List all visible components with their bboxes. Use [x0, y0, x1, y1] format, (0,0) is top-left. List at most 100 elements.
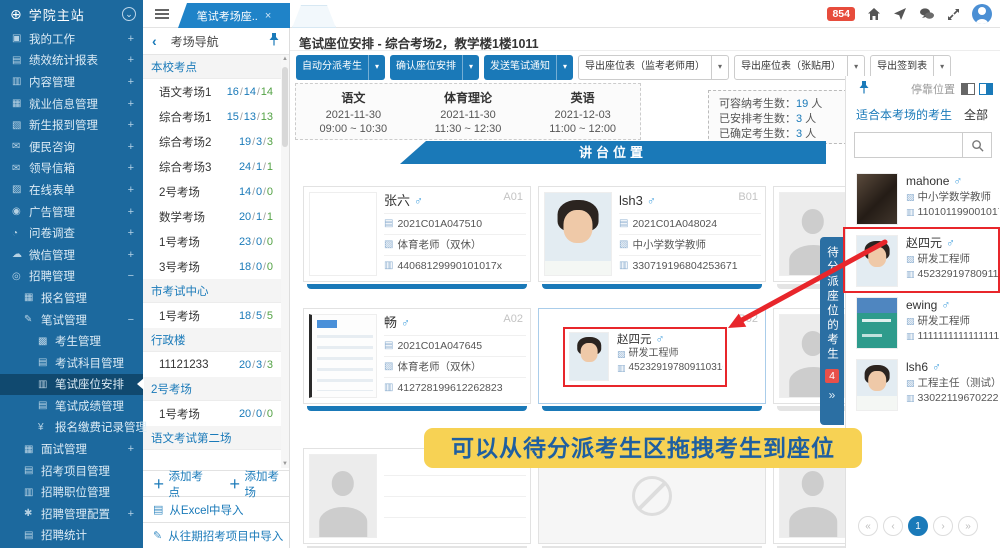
- sidebar-item-public-consult[interactable]: ✉便民咨询+: [0, 136, 143, 158]
- import-past-project-button[interactable]: ✎从往期招考项目中导入: [143, 522, 289, 548]
- sidebar-item-recruit-stats[interactable]: ▤招聘统计: [0, 525, 143, 547]
- sidebar-item-leader-mailbox[interactable]: ✉领导信箱+: [0, 158, 143, 180]
- expand-plus-icon[interactable]: +: [128, 54, 134, 66]
- dragged-candidate-card[interactable]: 赵四元♂ ▧研发工程师 ▥452329197809110316: [563, 327, 727, 387]
- expand-plus-icon[interactable]: +: [128, 76, 134, 88]
- sidebar-item-online-form[interactable]: ▨在线表单+: [0, 179, 143, 201]
- sidebar-item-ad-mgmt[interactable]: ◉广告管理+: [0, 201, 143, 223]
- close-tab-icon[interactable]: ×: [265, 10, 271, 22]
- expand-plus-icon[interactable]: +: [128, 184, 134, 196]
- caret-down-icon[interactable]: ▾: [462, 55, 479, 80]
- room-item[interactable]: 3号考场18/0/0: [143, 254, 289, 279]
- sidebar-item-content-mgmt[interactable]: ▥内容管理+: [0, 71, 143, 93]
- caret-down-icon[interactable]: ▾: [711, 56, 728, 79]
- send-notice-button[interactable]: 发送笔试通知▾: [484, 55, 573, 80]
- room-item[interactable]: 综合考场324/1/1: [143, 154, 289, 179]
- sidebar-item-exam-project-mgmt[interactable]: ▤招考项目管理: [0, 460, 143, 482]
- room-item[interactable]: 2号考场14/0/0: [143, 179, 289, 204]
- collapse-nav-icon[interactable]: ‹: [152, 33, 157, 49]
- collapse-minus-icon[interactable]: −: [128, 314, 134, 326]
- sidebar-item-employment-info[interactable]: ▦就业信息管理+: [0, 93, 143, 115]
- caret-down-icon[interactable]: ▾: [556, 55, 573, 80]
- sidebar-item-interview-mgmt[interactable]: ▦面试管理+: [0, 438, 143, 460]
- confirm-seat-button[interactable]: 确认座位安排▾: [390, 55, 479, 80]
- expand-plus-icon[interactable]: +: [128, 141, 134, 153]
- pending-candidates-tab[interactable]: 待分派座位的考生 4 »: [820, 237, 844, 425]
- sidebar-item-my-work[interactable]: ▣我的工作+: [0, 28, 143, 50]
- expand-panel-icon[interactable]: »: [829, 388, 836, 402]
- notification-badge[interactable]: 854: [827, 7, 855, 21]
- candidate-item-zhaosiyuan[interactable]: 赵四元♂ ▧研发工程师 ▥452329197809110316: [846, 230, 1000, 292]
- expand-plus-icon[interactable]: +: [128, 508, 134, 520]
- seat-card-a02[interactable]: A02 畅♂ ▤2021C01A047645 ▧体育老师（双休） ▥412728…: [303, 308, 531, 404]
- sidebar-item-new-student[interactable]: ▧新生报到管理+: [0, 114, 143, 136]
- scrollbar-thumb[interactable]: [282, 67, 288, 147]
- expand-icon[interactable]: [947, 8, 960, 21]
- pin-icon[interactable]: [858, 80, 870, 99]
- export-seat-invigilator-button[interactable]: 导出座位表（监考老师用）▾: [578, 55, 729, 80]
- dock-right-icon[interactable]: [979, 83, 993, 95]
- seat-card-b02[interactable]: B02 赵四元♂ ▧研发工程师 ▥452329197809110316: [538, 308, 766, 404]
- background-tab[interactable]: [292, 5, 336, 28]
- sidebar-item-recruit-config[interactable]: ✱招聘管理配置+: [0, 503, 143, 525]
- scroll-down-icon[interactable]: ▼: [281, 461, 289, 467]
- menu-toggle-icon[interactable]: [155, 9, 169, 11]
- site-section-header[interactable]: 行政楼: [143, 328, 289, 352]
- room-item[interactable]: 综合考场219/3/3: [143, 129, 289, 154]
- expand-plus-icon[interactable]: +: [128, 249, 134, 261]
- nav-scrollbar[interactable]: ▲ ▼: [281, 55, 289, 468]
- site-section-header[interactable]: 2号考场: [143, 377, 289, 401]
- seat-card-b01[interactable]: B01 lsh3♂ ▤2021C01A048024 ▧中小学数学教师 ▥3307…: [538, 186, 766, 282]
- room-item[interactable]: 1112123320/3/3: [143, 352, 289, 377]
- sidebar-item-signup-mgmt[interactable]: ▦报名管理: [0, 287, 143, 309]
- tab-all-candidates[interactable]: 全部: [964, 106, 988, 124]
- sidebar-item-survey[interactable]: ◔问卷调查+: [0, 222, 143, 244]
- scroll-up-icon[interactable]: ▲: [281, 56, 289, 62]
- sidebar-item-payment-record[interactable]: ¥报名缴费记录管理: [0, 417, 143, 439]
- add-site-button[interactable]: ＋添加考点: [153, 468, 213, 500]
- prev-page-button[interactable]: ‹: [883, 516, 903, 536]
- tab-fit-candidates[interactable]: 适合本考场的考生: [856, 106, 952, 124]
- candidate-item-lsh6[interactable]: lsh6♂ ▧工程主任（测试） ▥33022119670222791X: [846, 354, 1000, 416]
- expand-plus-icon[interactable]: +: [128, 119, 134, 131]
- expand-plus-icon[interactable]: +: [128, 98, 134, 110]
- sidebar-item-performance-report[interactable]: ▤绩效统计报表+: [0, 50, 143, 72]
- room-item[interactable]: 1号考场18/5/5: [143, 303, 289, 328]
- room-item[interactable]: 语文考场116/14/14: [143, 79, 289, 104]
- seat-card-a01[interactable]: A01 张六♂ ▤2021C01A047510 ▧体育老师（双休） ▥44068…: [303, 186, 531, 282]
- sidebar-item-score-mgmt[interactable]: ▤笔试成绩管理: [0, 395, 143, 417]
- candidate-item-ewing[interactable]: ewing♂ ▧研发工程师 ▥1111111111111111: [846, 292, 1000, 354]
- room-item[interactable]: 综合考场115/13/13: [143, 104, 289, 129]
- first-page-button[interactable]: «: [858, 516, 878, 536]
- sidebar-item-candidate-mgmt[interactable]: ▩考生管理: [0, 330, 143, 352]
- room-item[interactable]: 1号考场23/0/0: [143, 229, 289, 254]
- sidebar-item-position-mgmt[interactable]: ▥招聘职位管理: [0, 481, 143, 503]
- sidebar-item-subject-mgmt[interactable]: ▤考试科目管理: [0, 352, 143, 374]
- import-excel-button[interactable]: ▤从Excel中导入: [143, 496, 289, 522]
- send-icon[interactable]: [893, 7, 907, 21]
- site-section-header[interactable]: 本校考点: [143, 55, 289, 79]
- add-room-button[interactable]: ＋添加考场: [229, 468, 289, 500]
- auto-assign-button[interactable]: 自动分派考生▾: [296, 55, 385, 80]
- room-item[interactable]: 数学考场20/1/1: [143, 204, 289, 229]
- user-avatar[interactable]: [972, 4, 992, 24]
- expand-plus-icon[interactable]: +: [128, 443, 134, 455]
- search-button[interactable]: [962, 132, 992, 158]
- pin-icon[interactable]: [268, 32, 280, 51]
- caret-down-icon[interactable]: ▾: [368, 55, 385, 80]
- candidate-search-input[interactable]: [854, 132, 962, 158]
- expand-plus-icon[interactable]: +: [128, 33, 134, 45]
- last-page-button[interactable]: »: [958, 516, 978, 536]
- expand-plus-icon[interactable]: +: [128, 227, 134, 239]
- sidebar-item-written-exam-mgmt[interactable]: ✎笔试管理−: [0, 309, 143, 331]
- chat-icon[interactable]: [919, 7, 935, 21]
- collapse-minus-icon[interactable]: −: [128, 270, 134, 282]
- collapse-sidebar-icon[interactable]: ⌄: [122, 7, 136, 21]
- home-icon[interactable]: [867, 7, 881, 21]
- tab-written-exam-room[interactable]: 笔试考场座.. ×: [178, 3, 290, 28]
- candidate-item-mahone[interactable]: mahone♂ ▧中小学数学教师 ▥110101199001017030: [846, 168, 1000, 230]
- sidebar-item-seat-arrangement[interactable]: ▥笔试座位安排: [0, 374, 143, 396]
- sidebar-item-wechat[interactable]: ☁微信管理+: [0, 244, 143, 266]
- dock-left-icon[interactable]: [961, 83, 975, 95]
- site-section-header[interactable]: 语文考试第二场: [143, 426, 289, 450]
